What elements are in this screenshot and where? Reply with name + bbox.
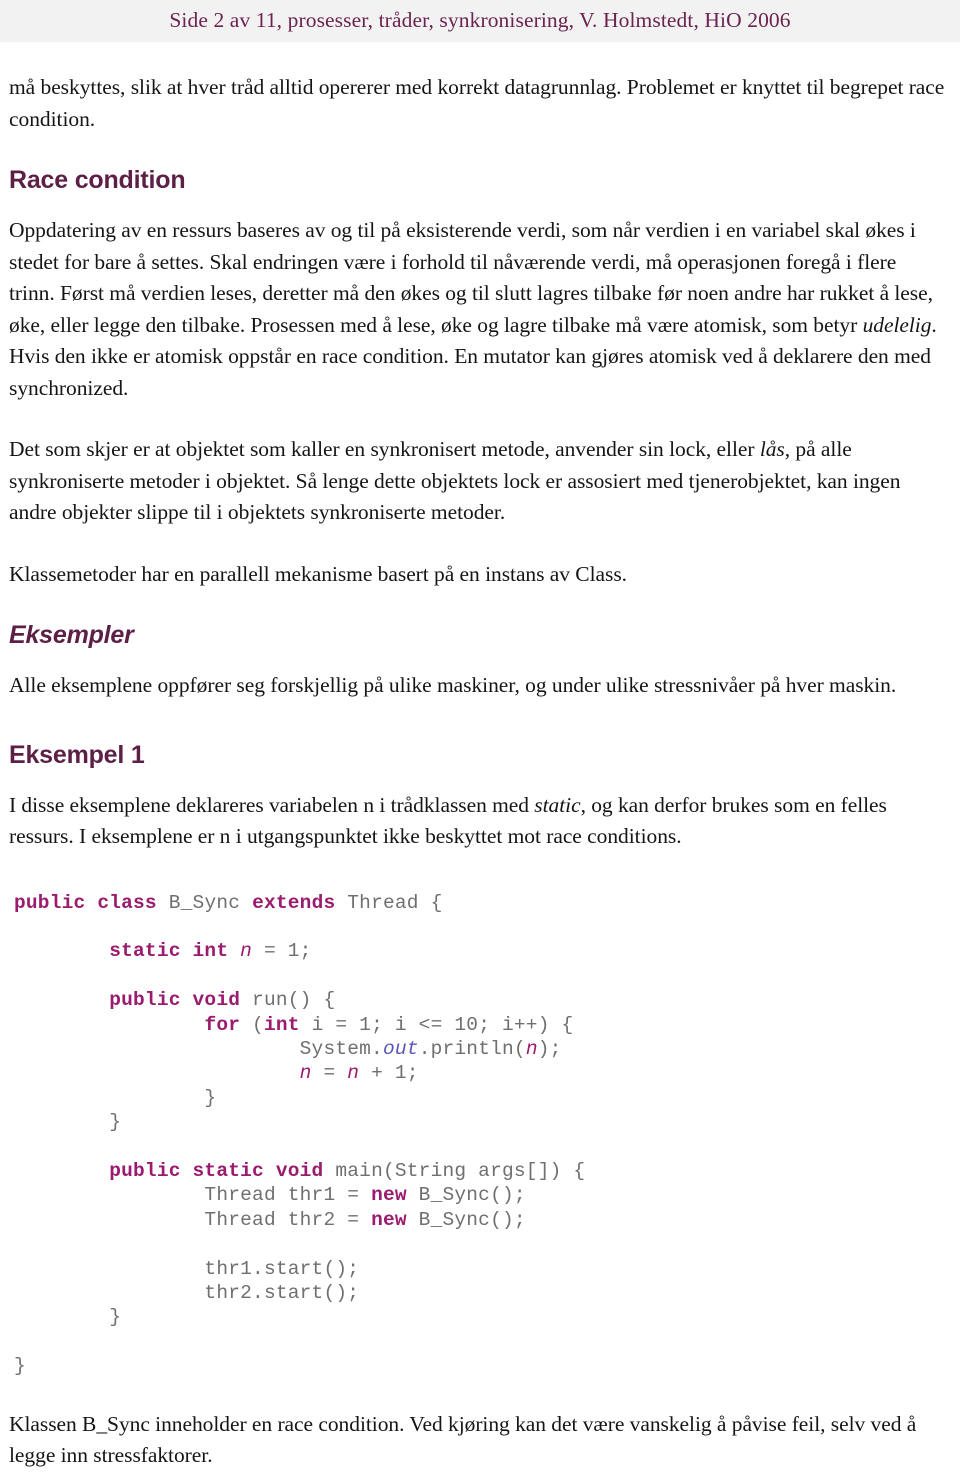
code-token: static int: [109, 940, 241, 963]
code-token: (: [252, 1013, 264, 1036]
heading-eksempel-1: Eksempel 1: [9, 740, 145, 769]
code-token: public static void: [109, 1159, 336, 1182]
code-token: System.: [14, 1037, 383, 1060]
document-body: må beskyttes, slik at hver tråd alltid o…: [0, 42, 960, 1472]
code-token: extends: [252, 891, 348, 914]
code-token: + 1;: [359, 1062, 419, 1085]
code-token: .println(: [418, 1037, 526, 1060]
code-token: int: [263, 1013, 312, 1036]
code-token: }: [14, 1355, 26, 1378]
code-token: }: [14, 1086, 217, 1109]
code-token: i = 1; i <= 10; i++) {: [311, 1013, 574, 1036]
code-token: n: [299, 1062, 312, 1085]
code-token: public class: [14, 891, 169, 914]
heading-race-condition: Race condition: [9, 166, 186, 194]
code-token: n: [347, 1062, 360, 1085]
code-token: main(String args[]) {: [335, 1159, 586, 1182]
code-listing-b-sync: public class B_Sync extends Thread { sta…: [9, 890, 946, 1379]
code-token: Thread thr1 =: [14, 1184, 372, 1207]
code-token: n: [240, 940, 253, 963]
code-token: run() {: [252, 989, 336, 1012]
code-token: thr1.start();: [14, 1257, 360, 1280]
paragraph-eksempler-1: Alle eksemplene oppfører seg forskjellig…: [9, 673, 897, 697]
code-token: Thread {: [347, 891, 443, 914]
code-token: for: [204, 1013, 253, 1036]
closing-paragraph: Klassen B_Sync inneholder en race condit…: [9, 1411, 917, 1468]
paragraph-race-condition-1: Oppdatering av en ressurs baseres av og …: [9, 218, 937, 400]
heading-eksempler: Eksempler: [9, 621, 134, 649]
paragraph-eksempel-1: I disse eksemplene deklareres variabelen…: [9, 792, 887, 849]
paragraph-race-condition-2: Det som skjer er at objektet som kaller …: [9, 437, 901, 524]
page-running-header: Side 2 av 11, prosesser, tråder, synkron…: [0, 0, 960, 42]
code-token: new: [371, 1184, 419, 1207]
emphasis-term: lås: [759, 437, 785, 461]
emphasis-term: static: [534, 792, 581, 817]
code-token: );: [537, 1037, 562, 1060]
page-header-text: Side 2 av 11, prosesser, tråder, synkron…: [169, 8, 791, 33]
code-token: B_Sync: [168, 891, 253, 914]
emphasis-term: udelelig: [862, 312, 932, 337]
intro-paragraph: må beskyttes, slik at hver tråd alltid o…: [9, 75, 945, 131]
code-token: = 1;: [252, 940, 312, 963]
code-token: out: [382, 1037, 419, 1060]
code-token: }: [14, 1306, 122, 1329]
code-token: public void: [109, 989, 253, 1012]
code-token: B_Sync();: [418, 1184, 526, 1207]
code-token: =: [311, 1062, 348, 1085]
code-token: thr2.start();: [14, 1282, 360, 1304]
code-token: Thread thr2 =: [14, 1208, 372, 1231]
code-token: }: [14, 1111, 122, 1134]
code-token: new: [371, 1208, 419, 1231]
paragraph-race-condition-3: Klassemetoder har en parallell mekanisme…: [9, 561, 627, 586]
code-token: B_Sync();: [418, 1208, 526, 1231]
code-token: n: [525, 1037, 538, 1060]
